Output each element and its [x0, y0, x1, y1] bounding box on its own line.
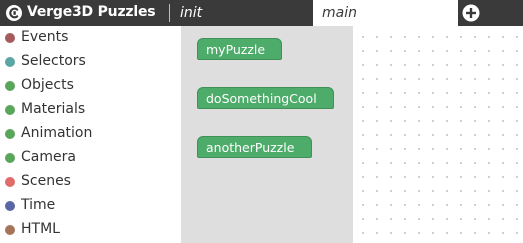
category-color-dot	[5, 33, 15, 43]
category-label: Animation	[21, 125, 93, 141]
tab-init[interactable]: init	[171, 0, 313, 26]
category-label: HTML	[21, 221, 60, 237]
puzzle-workspace[interactable]	[353, 26, 523, 243]
verge3d-logo-icon	[6, 5, 22, 21]
tab-divider	[169, 4, 170, 22]
puzzle-block-mypuzzle[interactable]: myPuzzle	[197, 38, 282, 60]
category-scenes[interactable]: Scenes	[0, 170, 181, 194]
puzzles-editor: Verge3D Puzzles init main Events Selecto…	[0, 0, 523, 243]
category-color-dot	[5, 177, 15, 187]
puzzle-block-label: anotherPuzzle	[206, 139, 295, 155]
category-selectors[interactable]: Selectors	[0, 50, 181, 74]
category-materials[interactable]: Materials	[0, 98, 181, 122]
category-color-dot	[5, 201, 15, 211]
category-camera[interactable]: Camera	[0, 146, 181, 170]
tab-init-label: init	[180, 5, 203, 21]
top-bar: Verge3D Puzzles init main	[0, 0, 523, 26]
category-html[interactable]: HTML	[0, 218, 181, 242]
category-label: Time	[21, 197, 56, 213]
category-time[interactable]: Time	[0, 194, 181, 218]
category-label: Selectors	[21, 53, 86, 69]
logo-area: Verge3D Puzzles	[0, 0, 168, 26]
category-color-dot	[5, 57, 15, 67]
category-color-dot	[5, 225, 15, 235]
tab-main[interactable]: main	[313, 0, 458, 26]
category-color-dot	[5, 153, 15, 163]
category-color-dot	[5, 105, 15, 115]
tab-main-label: main	[322, 5, 357, 21]
puzzle-block-label: myPuzzle	[206, 41, 266, 57]
category-objects[interactable]: Objects	[0, 74, 181, 98]
category-sidebar: Events Selectors Objects Materials Anima…	[0, 26, 181, 243]
app-title: Verge3D Puzzles	[27, 4, 156, 20]
category-label: Events	[21, 29, 69, 45]
puzzle-block-anotherpuzzle[interactable]: anotherPuzzle	[197, 136, 312, 158]
puzzle-block-dosomethingcool[interactable]: doSomethingCool	[197, 87, 334, 109]
category-color-dot	[5, 81, 15, 91]
category-animation[interactable]: Animation	[0, 122, 181, 146]
category-label: Camera	[21, 149, 76, 165]
puzzle-block-label: doSomethingCool	[206, 90, 317, 106]
category-label: Objects	[21, 77, 74, 93]
category-events[interactable]: Events	[0, 26, 181, 50]
category-label: Materials	[21, 101, 86, 117]
add-tab-icon[interactable]	[462, 4, 480, 22]
category-color-dot	[5, 129, 15, 139]
category-label: Scenes	[21, 173, 71, 189]
